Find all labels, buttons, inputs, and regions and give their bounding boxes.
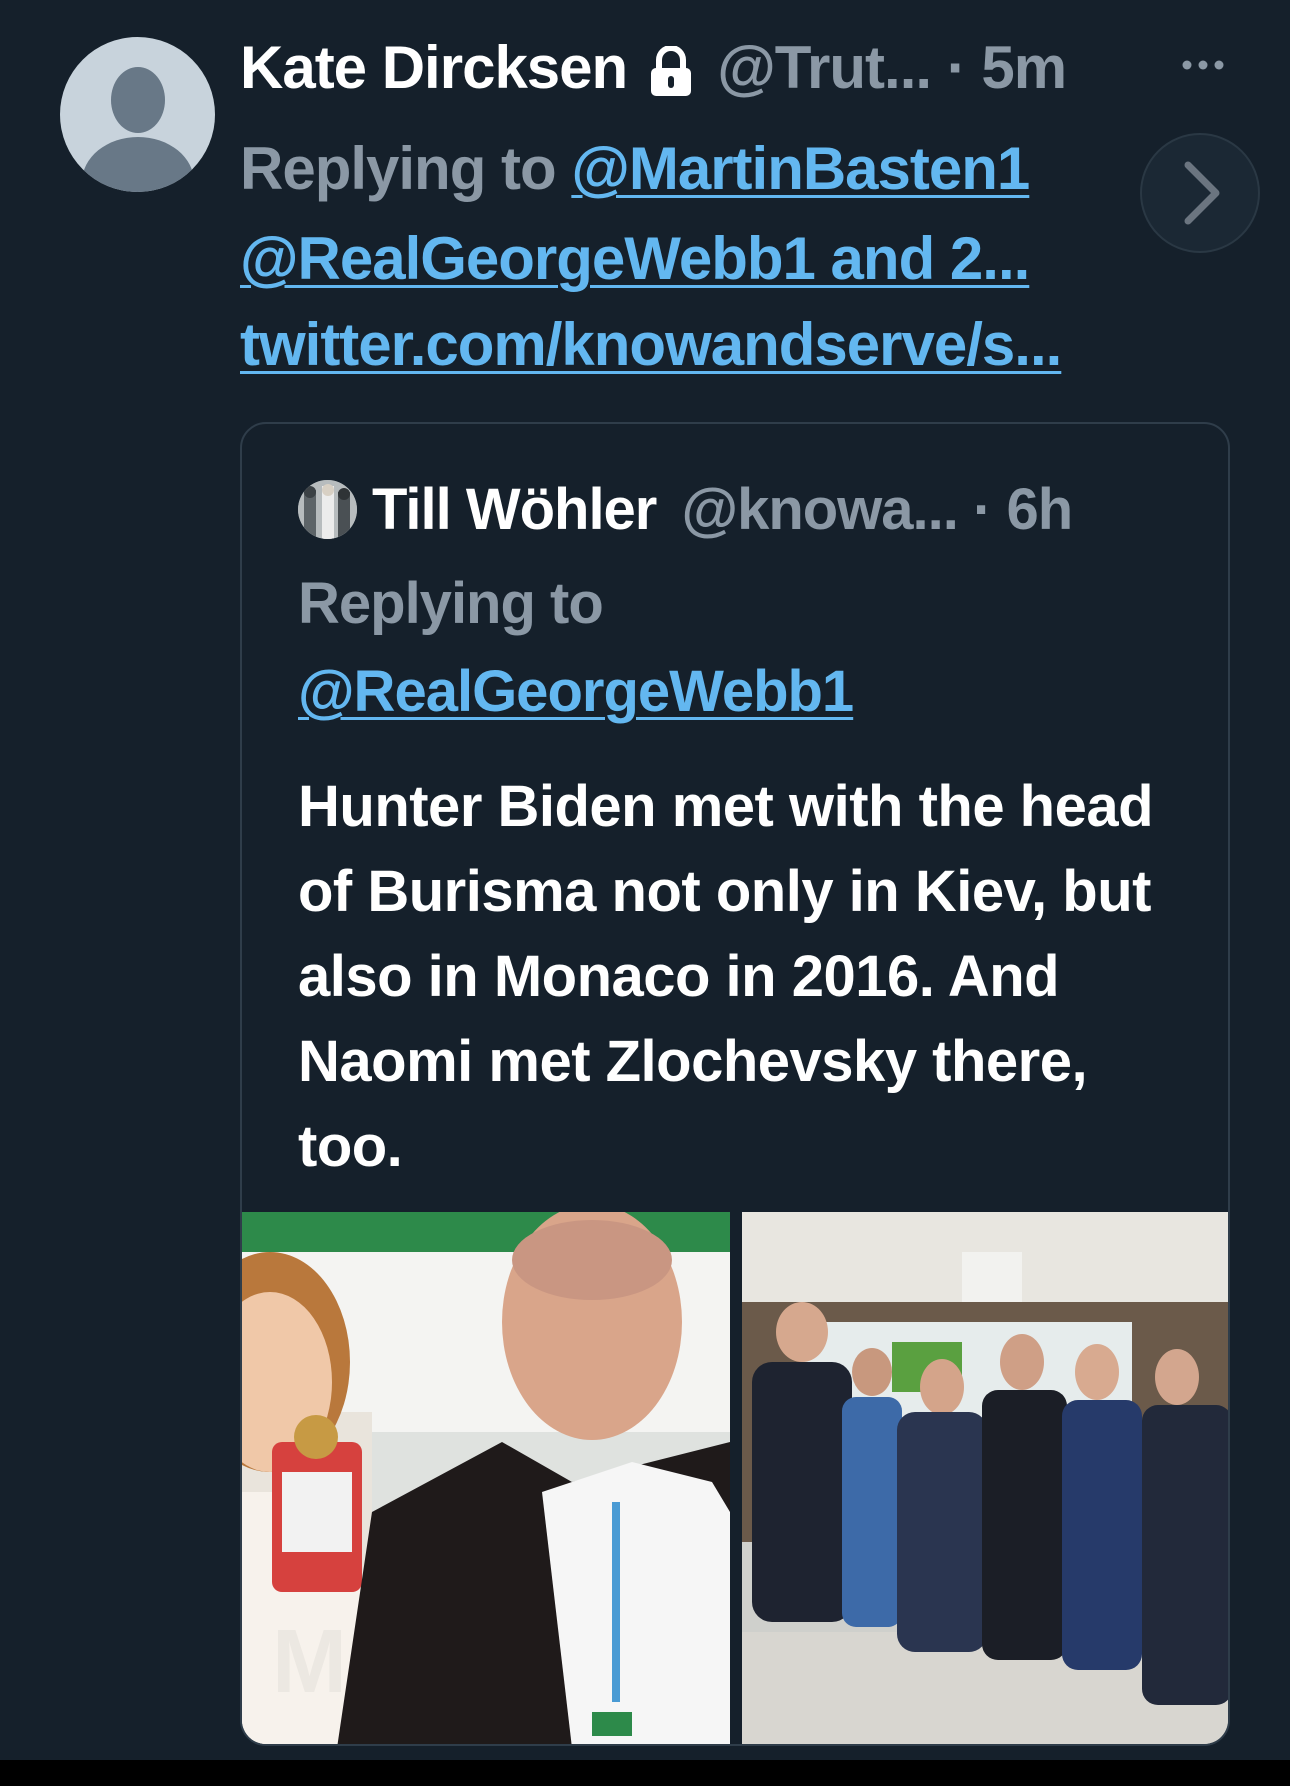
- url-link[interactable]: twitter.com/knowandserve/s...: [240, 311, 1062, 378]
- chevron-right-icon: [1184, 161, 1220, 225]
- svg-text:M: M: [272, 1612, 347, 1712]
- quoted-tweet[interactable]: Till Wöhler @knowa... · 6h Replying to @…: [240, 422, 1230, 1746]
- quoted-reply-user-link[interactable]: @RealGeorgeWebb1: [298, 659, 854, 724]
- handle-and-time: @Trut... · 5m: [717, 33, 1067, 101]
- quoted-replying-to: Replying to @RealGeorgeWebb1: [298, 560, 1178, 736]
- quoted-tweet-text: Hunter Biden met with the head of Burism…: [298, 774, 1154, 1179]
- reply-user-link-1[interactable]: @MartinBasten1: [571, 135, 1030, 202]
- media-image-2[interactable]: [742, 1212, 1228, 1744]
- next-button[interactable]: [1140, 133, 1260, 253]
- replying-prefix: Replying to: [240, 135, 557, 202]
- tweet-header: Kate Dircksen @Trut... · 5m: [240, 30, 1067, 104]
- lock-icon: [647, 43, 695, 96]
- quoted-header: Till Wöhler @knowa... · 6h: [372, 472, 1074, 548]
- media-image-1[interactable]: M: [242, 1212, 730, 1744]
- quoted-replying-prefix: Replying to: [298, 571, 604, 636]
- bottom-bar: [0, 1760, 1290, 1786]
- avatar-head: [111, 67, 165, 133]
- display-name[interactable]: Kate Dircksen: [240, 33, 628, 102]
- reply-user-link-2[interactable]: @RealGeorgeWebb1 and 2...: [240, 225, 1030, 292]
- avatar[interactable]: [60, 37, 215, 192]
- replying-to: Replying to @MartinBasten1 @RealGeorgeWe…: [240, 124, 1140, 304]
- avatar-body: [82, 137, 194, 192]
- tweet-link: twitter.com/knowandserve/s...: [240, 310, 1062, 379]
- quoted-avatar: [298, 480, 357, 539]
- more-icon[interactable]: [1178, 40, 1228, 90]
- quoted-handle-and-time: @knowa... · 6h: [681, 477, 1074, 542]
- quoted-display-name[interactable]: Till Wöhler: [372, 477, 657, 542]
